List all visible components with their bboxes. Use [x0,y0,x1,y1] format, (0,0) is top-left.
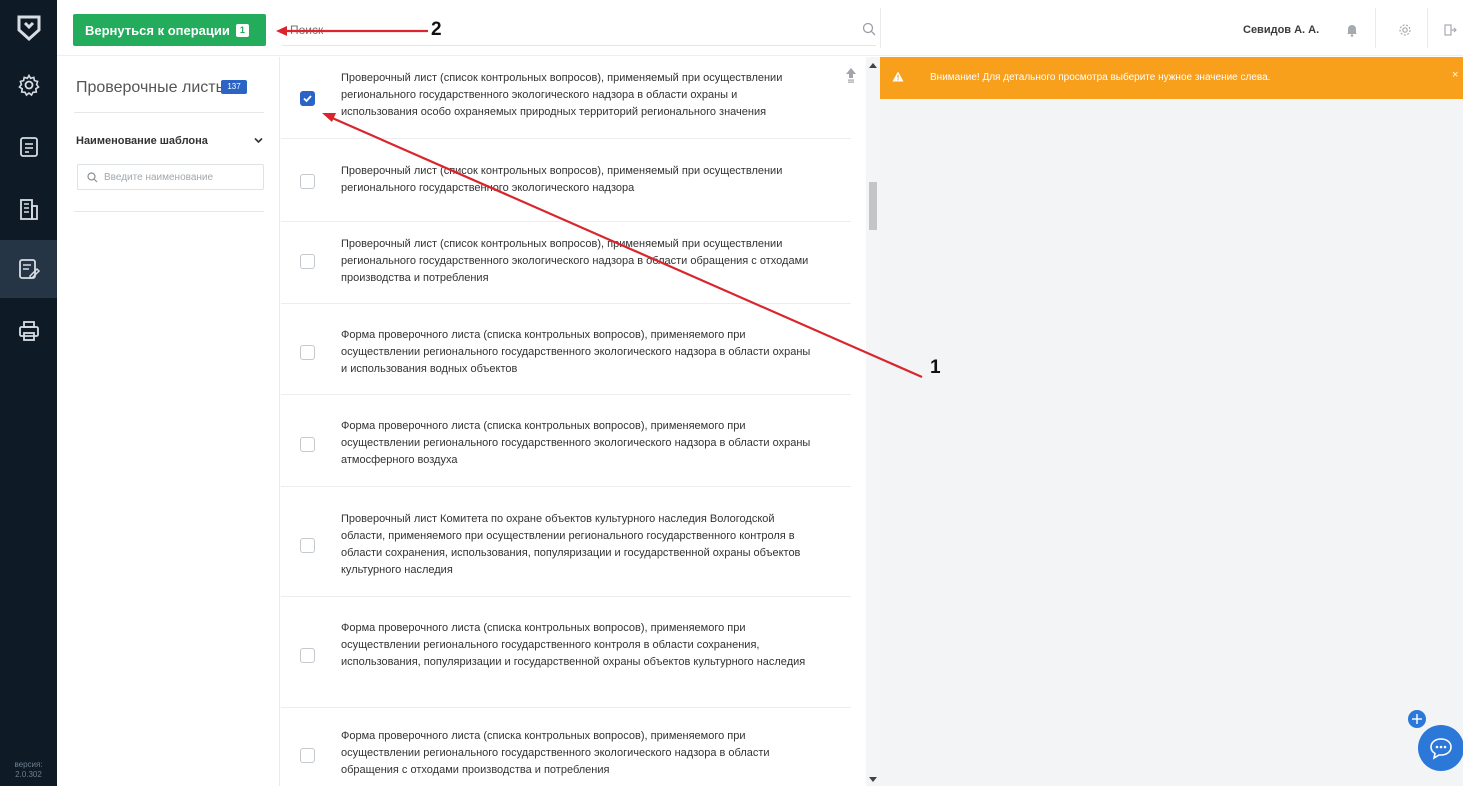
list-scrollbar[interactable] [866,57,880,786]
top-bar: Вернуться к операции 1 Севидов А. А. [57,0,1463,56]
search-icon [87,172,98,183]
item-checkbox[interactable] [300,174,315,189]
item-title: Проверочный лист (список контрольных воп… [341,238,809,284]
settings-button[interactable] [1395,20,1415,40]
template-name-filter [77,164,264,190]
back-button-count-badge: 1 [235,23,249,37]
item-title: Форма проверочного листа (списка контрол… [341,329,811,375]
list-item[interactable]: Форма проверочного листа (списка контрол… [281,395,851,487]
annotation-label-2: 2 [431,19,442,40]
template-name-input[interactable] [78,165,263,189]
checkmark-icon [303,95,312,103]
top-divider [880,8,881,48]
item-checkbox[interactable] [300,538,315,553]
warning-banner: Внимание! Для детального просмотра выбер… [880,57,1463,99]
nav-item-checklists[interactable] [0,240,57,298]
item-checkbox[interactable] [300,91,315,106]
back-to-operation-button[interactable]: Вернуться к операции 1 [73,14,266,46]
item-title: Форма проверочного листа (списка контрол… [341,622,806,668]
scroll-top-icon[interactable] [845,67,857,83]
filter-panel: Проверочные листы 137 Наименование шабло… [57,57,280,786]
document-icon [19,137,38,157]
scroll-up-arrow[interactable] [869,63,877,68]
item-title: Форма проверочного листа (списка контрол… [341,730,770,776]
logout-icon [1444,24,1457,36]
list-item[interactable]: Проверочный лист (список контрольных воп… [281,57,856,139]
bell-icon [1347,25,1357,37]
chat-bubble-icon [1430,738,1452,760]
top-divider [1427,8,1428,48]
settings-icon [17,73,40,97]
filter-field-label[interactable]: Наименование шаблона [76,135,208,147]
logout-button[interactable] [1440,20,1460,40]
close-icon[interactable]: × [1452,69,1458,81]
list-item[interactable]: Проверочный лист Комитета по охране объе… [281,487,851,597]
scroll-thumb[interactable] [869,182,877,230]
printer-icon [18,321,39,341]
detail-panel: Внимание! Для детального просмотра выбер… [880,57,1463,786]
search-icon[interactable] [862,22,876,36]
page-title: Проверочные листы [76,79,228,96]
nav-item-settings[interactable] [0,56,57,114]
building-icon [19,199,38,220]
item-title: Форма проверочного листа (списка контрол… [341,420,811,466]
list-item[interactable]: Форма проверочного листа (списка контрол… [281,597,851,708]
scroll-down-arrow[interactable] [869,777,877,782]
annotation-label-1: 1 [930,357,941,378]
back-button-label: Вернуться к операции [85,22,230,38]
version-label: версия: [14,760,43,769]
global-search [282,14,876,46]
top-divider [1375,8,1376,48]
list-item[interactable]: Проверочный лист (список контрольных воп… [281,222,851,304]
count-badge: 137 [221,80,247,94]
item-title: Проверочный лист (список контрольных воп… [341,72,783,118]
item-title: Проверочный лист Комитета по охране объе… [341,513,801,576]
item-checkbox[interactable] [300,748,315,763]
notifications-button[interactable] [1342,20,1362,40]
warning-icon [892,71,904,82]
version-info: версия: 2.0.302 [0,760,57,780]
item-checkbox[interactable] [300,648,315,663]
version-number: 2.0.302 [15,770,42,779]
item-checkbox[interactable] [300,437,315,452]
drag-move-handle[interactable] [1408,710,1426,728]
nav-item-documents[interactable] [0,118,57,176]
nav-item-print[interactable] [0,302,57,360]
filter-divider [74,112,264,113]
nav-item-organizations[interactable] [0,180,57,238]
move-icon [1412,714,1422,724]
checklist-list: Проверочный лист (список контрольных воп… [281,57,866,786]
shield-logo-icon [17,15,40,42]
item-title: Проверочный лист (список контрольных воп… [341,165,783,194]
item-checkbox[interactable] [300,345,315,360]
filter-divider [74,211,264,212]
item-checkbox[interactable] [300,254,315,269]
warning-text: Внимание! Для детального просмотра выбер… [930,72,1271,83]
gear-icon [1399,24,1411,36]
chat-button[interactable] [1418,725,1463,771]
list-item[interactable]: Форма проверочного листа (списка контрол… [281,708,851,786]
checklist-edit-icon [18,259,40,279]
user-name[interactable]: Севидов А. А. [1243,24,1319,36]
search-input[interactable] [282,14,876,45]
sidebar: версия: 2.0.302 [0,0,57,786]
list-item[interactable]: Проверочный лист (список контрольных воп… [281,139,851,222]
app-logo[interactable] [0,0,57,56]
list-item[interactable]: Форма проверочного листа (списка контрол… [281,304,851,395]
chevron-down-icon[interactable] [254,137,263,144]
